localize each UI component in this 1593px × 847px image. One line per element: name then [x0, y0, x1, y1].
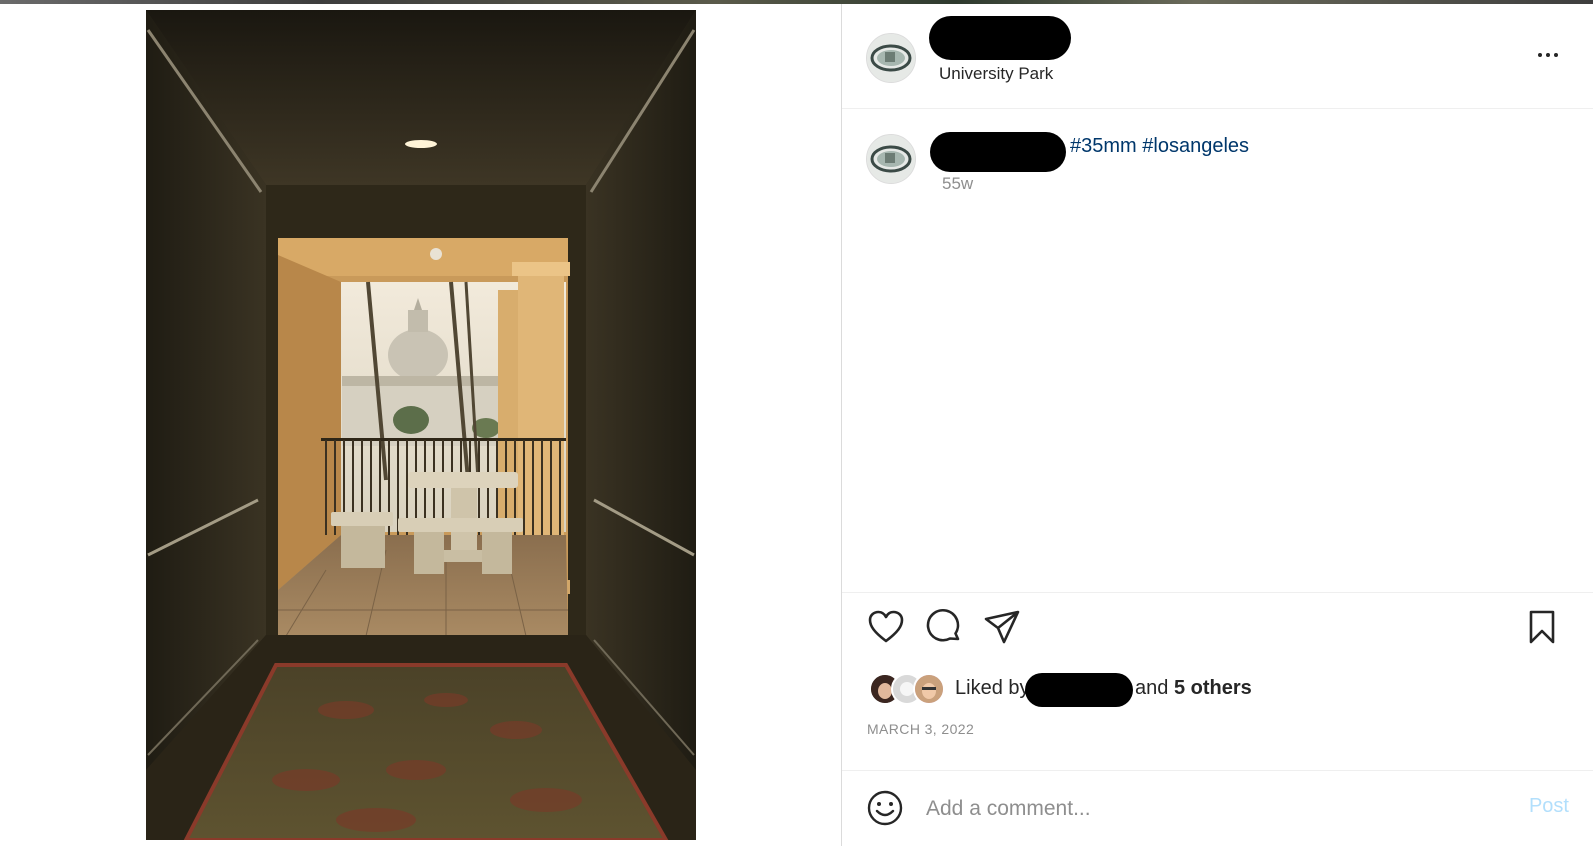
liked-by-label: Liked by: [955, 677, 1030, 699]
post-comment-button[interactable]: Post: [1529, 795, 1569, 818]
more-options-icon[interactable]: [1528, 40, 1568, 70]
comment-bar: Post: [842, 770, 1593, 847]
post-age[interactable]: 55w: [942, 174, 973, 194]
hashtag-link[interactable]: #35mm: [1070, 135, 1137, 157]
redacted-liker-name[interactable]: [1025, 673, 1133, 707]
smiley-icon[interactable]: [866, 789, 904, 827]
bookmark-icon[interactable]: [1522, 607, 1562, 647]
redacted-username[interactable]: [929, 16, 1071, 60]
and-others: and 5 others: [1135, 677, 1252, 700]
hashtag-link[interactable]: #losangeles: [1142, 135, 1249, 157]
post-photo[interactable]: [146, 10, 696, 840]
others-link[interactable]: 5 others: [1174, 677, 1252, 699]
post-date[interactable]: MARCH 3, 2022: [867, 721, 974, 737]
dot: [1538, 53, 1542, 57]
post-actions: Liked by and 5 others MARCH 3, 2022: [842, 592, 1593, 771]
caption-hashtags: #35mm #losangeles: [1070, 135, 1249, 158]
comment-input[interactable]: [926, 791, 1486, 827]
heart-icon[interactable]: [866, 607, 906, 647]
liker-avatar[interactable]: [913, 673, 945, 705]
post-details-panel: University Park #35mm #losangeles 55w Li…: [841, 4, 1593, 846]
post-header: University Park: [842, 4, 1593, 109]
paper-plane-icon[interactable]: [982, 607, 1022, 647]
caption-author-avatar[interactable]: [866, 134, 916, 184]
author-avatar[interactable]: [866, 33, 916, 83]
redacted-caption-username[interactable]: [930, 132, 1066, 172]
dot: [1554, 53, 1558, 57]
post-location[interactable]: University Park: [939, 64, 1053, 84]
comment-icon[interactable]: [924, 607, 964, 647]
likes-summary: Liked by and 5 others: [869, 671, 1469, 707]
and-label: and: [1135, 677, 1169, 699]
dot: [1546, 53, 1550, 57]
